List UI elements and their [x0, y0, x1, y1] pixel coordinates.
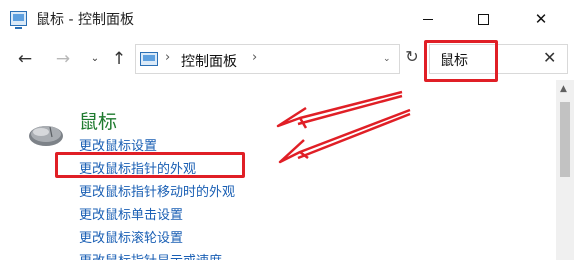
window-title: 鼠标 - 控制面板 — [36, 12, 134, 28]
clear-search-icon[interactable]: ✕ — [543, 48, 556, 67]
search-value[interactable]: 鼠标 — [440, 50, 468, 70]
mouse-icon — [29, 126, 63, 146]
address-bar[interactable]: › 控制面板 › ⌄ — [135, 44, 400, 74]
breadcrumb-separator[interactable]: › — [165, 50, 170, 65]
control-panel-icon — [10, 11, 27, 29]
link-change-pointer-speed[interactable]: 更改鼠标指针显示或速度 — [79, 250, 222, 260]
link-change-mouse-settings[interactable]: 更改鼠标设置 — [79, 135, 157, 154]
recent-locations-button[interactable]: ⌄ — [84, 48, 106, 70]
search-input[interactable]: 鼠标 ✕ — [429, 44, 568, 74]
minimize-button[interactable] — [405, 0, 451, 38]
maximize-button[interactable] — [460, 0, 506, 38]
close-button[interactable]: ✕ — [518, 0, 564, 38]
vertical-scrollbar[interactable]: ▲ — [556, 80, 574, 260]
up-button[interactable]: ↑ — [108, 48, 130, 70]
control-panel-icon — [140, 52, 158, 66]
breadcrumb-control-panel[interactable]: 控制面板 — [181, 51, 237, 71]
link-change-pointer-moving-appearance[interactable]: 更改鼠标指针移动时的外观 — [79, 181, 235, 200]
category-title[interactable]: 鼠标 — [79, 107, 117, 134]
breadcrumb-separator[interactable]: › — [252, 50, 257, 65]
close-icon: ✕ — [534, 10, 548, 28]
refresh-button[interactable]: ↻ — [402, 46, 422, 68]
content-pane: 鼠标 更改鼠标设置 更改鼠标指针的外观 更改鼠标指针移动时的外观 更改鼠标单击设… — [0, 80, 556, 260]
scroll-up-icon[interactable]: ▲ — [560, 84, 567, 94]
maximize-icon — [477, 13, 489, 25]
minimize-icon — [423, 18, 433, 20]
link-change-click-settings[interactable]: 更改鼠标单击设置 — [79, 204, 183, 223]
back-button[interactable]: ← — [14, 48, 36, 70]
link-change-wheel-settings[interactable]: 更改鼠标滚轮设置 — [79, 227, 183, 246]
forward-button[interactable]: → — [52, 48, 74, 70]
chevron-down-icon[interactable]: ⌄ — [383, 54, 391, 64]
title-bar: 鼠标 - 控制面板 ✕ — [0, 0, 574, 38]
link-change-pointer-appearance[interactable]: 更改鼠标指针的外观 — [79, 158, 196, 177]
scroll-thumb[interactable] — [560, 102, 570, 177]
